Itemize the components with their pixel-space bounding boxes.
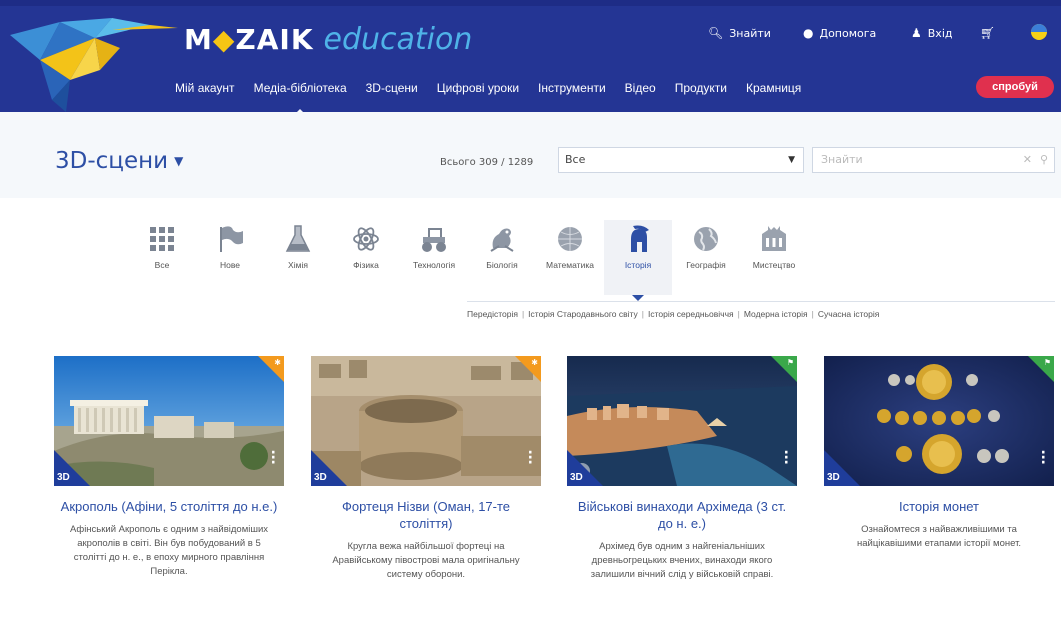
scene-card-acropolis[interactable]: ✱ 3D · · · Акрополь (Афіни, 5 століття до … bbox=[54, 356, 284, 579]
card-thumbnail[interactable]: ✱ 3D · · · bbox=[311, 356, 541, 486]
card-title[interactable]: Фортеця Нізви (Оман, 17-те століття) bbox=[311, 498, 541, 532]
more-options-icon[interactable]: · · · bbox=[784, 446, 789, 470]
category-physics[interactable]: Фізика bbox=[332, 220, 400, 295]
nav-tools[interactable]: Інструменти bbox=[538, 81, 606, 105]
category-geography[interactable]: Географія bbox=[672, 220, 740, 295]
card-description: Ознайомтеся з найважливішими та найцікав… bbox=[856, 524, 1022, 549]
grid-icon bbox=[150, 227, 174, 251]
card-thumbnail[interactable]: ✱ 3D · · · bbox=[54, 356, 284, 486]
subcategory-prehistory[interactable]: Передісторія bbox=[467, 309, 518, 319]
atom-icon bbox=[353, 227, 379, 251]
brand-subtitle: education bbox=[323, 22, 473, 57]
nav-products[interactable]: Продукти bbox=[675, 81, 727, 105]
brand-logo[interactable]: M◆ZAIK education bbox=[184, 22, 472, 62]
chat-bubble-icon: ● bbox=[803, 26, 814, 40]
flag-icon bbox=[220, 226, 243, 252]
badge-3d: 3D bbox=[570, 472, 583, 483]
nav-media-library[interactable]: Медіа-бібліотека bbox=[254, 81, 347, 118]
search-icon: 🔍︎ bbox=[708, 26, 724, 40]
subcategory-modern-history[interactable]: Модерна історія bbox=[744, 309, 808, 319]
category-history[interactable]: Історія bbox=[604, 220, 672, 301]
category-biology[interactable]: Біологія bbox=[468, 220, 536, 295]
card-description: Афінський Акрополь є одним з найвідоміши… bbox=[69, 524, 269, 577]
subcategory-bar: Передісторія | Історія Стародавнього світу… bbox=[467, 301, 1055, 319]
more-options-icon[interactable]: · · · bbox=[271, 446, 276, 470]
chevron-down-icon: ▼ bbox=[788, 155, 795, 165]
subcategory-ancient-history[interactable]: Історія Стародавнього світу bbox=[528, 309, 638, 319]
card-title[interactable]: Акрополь (Афіни, 5 століття до н.е.) bbox=[54, 498, 284, 515]
category-new[interactable]: Нове bbox=[196, 220, 264, 295]
globe-icon bbox=[694, 227, 718, 251]
flag-icon: ⚑ bbox=[1043, 358, 1051, 367]
category-math[interactable]: Математика bbox=[536, 220, 604, 295]
card-thumbnail[interactable]: ⚑ 3D · · · bbox=[567, 356, 797, 486]
page-title-dropdown[interactable]: 3D-сцени ▼ bbox=[55, 148, 183, 174]
cart-icon: 🛒︎ bbox=[980, 26, 996, 40]
nav-video[interactable]: Відео bbox=[625, 81, 656, 105]
nav-shop[interactable]: Крамниця bbox=[746, 81, 801, 105]
nav-my-account[interactable]: Мій акаунт bbox=[175, 81, 235, 105]
card-description: Кругла вежа найбільшої фортеці на Аравій… bbox=[332, 541, 520, 580]
helmet-icon bbox=[631, 225, 649, 252]
sphere-icon bbox=[558, 227, 582, 251]
scene-card-coins[interactable]: ⚑ 3D · · · Історія монет Ознайомтеся з най… bbox=[824, 356, 1054, 551]
more-options-icon[interactable]: · · · bbox=[528, 446, 533, 470]
badge-3d: 3D bbox=[314, 472, 327, 483]
filter-bar: 3D-сцени ▼ Всього 309 / 1289 Все ▼ Знайти… bbox=[0, 112, 1061, 198]
card-title[interactable]: Історія монет bbox=[824, 498, 1054, 515]
site-header: M◆ZAIK education 🔍︎ Знайти ● Допомога ♟ … bbox=[0, 0, 1061, 118]
search-link[interactable]: 🔍︎ Знайти bbox=[708, 26, 771, 40]
flag-icon: ⚑ bbox=[786, 358, 794, 367]
brand-wordmark: M◆ZAIK bbox=[184, 23, 314, 56]
badge-3d: 3D bbox=[827, 472, 840, 483]
card-title[interactable]: Військові винаходи Архімеда (3 ст. до н.… bbox=[567, 498, 797, 532]
card-thumbnail[interactable]: ⚑ 3D · · · bbox=[824, 356, 1054, 486]
category-technology[interactable]: Технологія bbox=[400, 220, 468, 295]
help-link[interactable]: ● Допомога bbox=[803, 26, 876, 40]
scene-card-nizwa-fort[interactable]: ✱ 3D · · · Фортеця Нізви (Оман, 17-те стол… bbox=[311, 356, 541, 582]
flask-icon bbox=[285, 225, 311, 252]
scene-card-archimedes[interactable]: ⚑ 3D · · · Військові винаходи Архімеда (3 … bbox=[567, 356, 797, 582]
search-input[interactable]: Знайти ✕ ⚲ bbox=[812, 147, 1055, 173]
puzzle-icon: ✱ bbox=[531, 358, 538, 367]
main-navigation: Мій акаунт Медіа-бібліотека 3D-сцени Циф… bbox=[175, 81, 820, 118]
cart-link[interactable]: 🛒︎ bbox=[980, 26, 995, 40]
puzzle-icon: ✱ bbox=[274, 358, 281, 367]
caret-down-icon: ▼ bbox=[174, 154, 184, 168]
building-icon bbox=[762, 226, 786, 251]
frog-icon bbox=[490, 228, 514, 252]
category-strip: Все Нове Хімія Фізика Технологія Біологі… bbox=[128, 220, 808, 301]
try-button[interactable]: спробуй bbox=[976, 76, 1054, 98]
nav-3d-scenes[interactable]: 3D-сцени bbox=[366, 81, 418, 105]
filter-select[interactable]: Все ▼ bbox=[558, 147, 804, 173]
category-all[interactable]: Все bbox=[128, 220, 196, 295]
subcategory-contemporary-history[interactable]: Сучасна історія bbox=[818, 309, 879, 319]
clear-icon[interactable]: ✕ bbox=[1023, 153, 1032, 166]
tractor-icon bbox=[422, 228, 446, 252]
kingfisher-logo-icon[interactable] bbox=[0, 0, 185, 112]
language-flag-button[interactable] bbox=[1031, 24, 1047, 40]
card-description: Архімед був одним з найгеніальніших древ… bbox=[590, 541, 774, 580]
more-options-icon[interactable]: · · · bbox=[1041, 446, 1046, 470]
category-art[interactable]: Мистецтво bbox=[740, 220, 808, 295]
search-icon[interactable]: ⚲ bbox=[1040, 153, 1048, 166]
subcategory-medieval-history[interactable]: Історія середньовіччя bbox=[648, 309, 734, 319]
category-chemistry[interactable]: Хімія bbox=[264, 220, 332, 295]
user-icon: ♟ bbox=[911, 26, 922, 40]
badge-3d: 3D bbox=[57, 472, 70, 483]
ukraine-flag-icon bbox=[1031, 24, 1047, 40]
result-count: Всього 309 / 1289 bbox=[440, 157, 534, 168]
nav-digital-lessons[interactable]: Цифрові уроки bbox=[437, 81, 519, 105]
login-link[interactable]: ♟ Вхід bbox=[911, 26, 952, 40]
